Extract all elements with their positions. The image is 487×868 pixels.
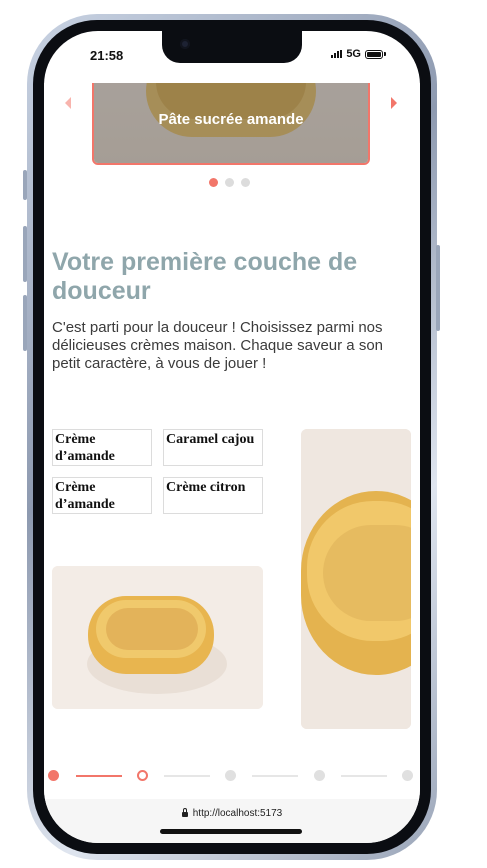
volume-down-button xyxy=(23,295,27,351)
step-3-dot[interactable] xyxy=(225,770,236,781)
step-1-dot[interactable] xyxy=(48,770,59,781)
front-camera xyxy=(180,39,190,49)
notch xyxy=(162,31,302,63)
step-2-dot[interactable] xyxy=(137,770,148,781)
tart-shell-closeup xyxy=(301,429,411,729)
battery-icon xyxy=(365,49,383,59)
step-4-dot[interactable] xyxy=(314,770,325,781)
power-button xyxy=(436,245,440,331)
carousel-prev-icon[interactable] xyxy=(65,97,71,109)
option-creme-amande-2[interactable]: Crème d’amande xyxy=(52,477,152,514)
carousel-caption: Pâte sucrée amande xyxy=(158,111,304,128)
option-creme-citron[interactable]: Crème citron xyxy=(163,477,263,514)
carousel-dot-3[interactable] xyxy=(241,178,250,187)
app-viewport: Pâte sucrée amande Votre première couche… xyxy=(44,83,420,799)
status-indicators: 5G xyxy=(331,48,386,60)
step-5-dot[interactable] xyxy=(402,770,413,781)
url-text: http://localhost:5173 xyxy=(192,808,283,819)
lock-icon xyxy=(181,808,188,817)
home-indicator[interactable] xyxy=(160,829,302,834)
status-time: 21:58 xyxy=(90,48,124,63)
browser-url-bar[interactable]: http://localhost:5173 xyxy=(44,799,420,843)
carousel-dots xyxy=(209,178,250,187)
option-creme-amande[interactable]: Crème d’amande xyxy=(52,429,152,466)
carousel-dot-2[interactable] xyxy=(225,178,234,187)
carousel-dot-1[interactable] xyxy=(209,178,218,187)
section-description: C'est parti pour la douceur ! Choisissez… xyxy=(52,319,384,372)
tart-shell-photo xyxy=(52,566,263,709)
option-caramel-cajou[interactable]: Caramel cajou xyxy=(163,429,263,466)
progress-stepper xyxy=(44,765,420,785)
carousel-next-icon[interactable] xyxy=(391,97,397,109)
signal-icon xyxy=(331,50,343,58)
network-label: 5G xyxy=(346,48,361,60)
section-title: Votre première couche de douceur xyxy=(52,248,358,305)
volume-up-button xyxy=(23,226,27,282)
phone-screen: Pâte sucrée amande Votre première couche… xyxy=(44,31,420,843)
base-carousel-slide[interactable]: Pâte sucrée amande xyxy=(92,83,370,165)
mute-switch xyxy=(23,170,27,200)
